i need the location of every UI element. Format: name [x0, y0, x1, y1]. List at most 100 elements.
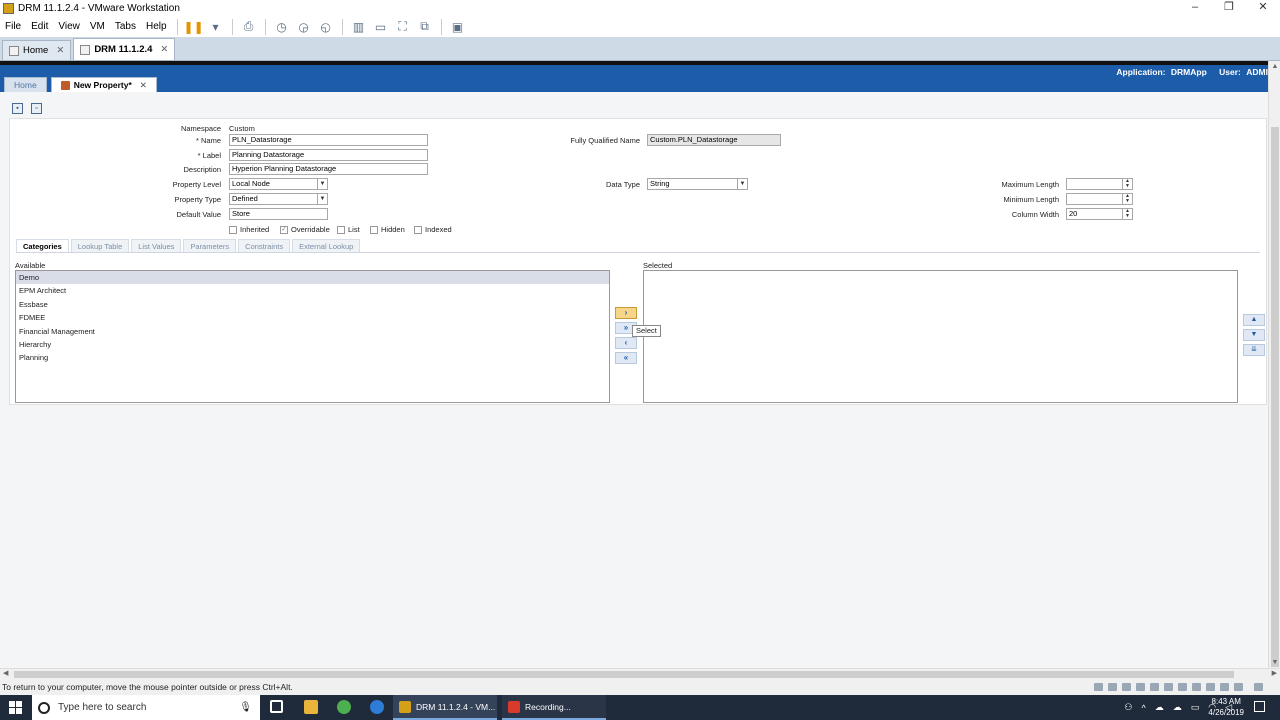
close-tab-icon[interactable]: ✕	[56, 45, 64, 56]
console-view-icon[interactable]: ▣	[450, 20, 466, 34]
move-all-left-button[interactable]: «	[615, 352, 637, 364]
drm-tab-home[interactable]: Home	[4, 77, 47, 92]
checkbox-box[interactable]	[337, 225, 345, 234]
vm-tab-home[interactable]: Home ✕	[2, 40, 72, 60]
overridable-checkbox[interactable]: ✓ Overridable	[280, 225, 330, 234]
windows-start-icon[interactable]	[9, 701, 22, 714]
checkbox-box[interactable]	[414, 225, 422, 234]
people-icon[interactable]: ⚇	[1124, 702, 1132, 713]
show-library-icon[interactable]: ▥	[351, 20, 367, 34]
list-item[interactable]: Hierarchy	[16, 338, 609, 351]
maximize-button[interactable]: ❐	[1212, 0, 1246, 14]
spinner-icon[interactable]: ▲ ▼	[1122, 179, 1132, 189]
taskbar-item-recording[interactable]: Recording...	[502, 695, 606, 720]
horizontal-scrollbar[interactable]: ◀ ▶	[0, 668, 1280, 679]
indexed-checkbox[interactable]: Indexed	[414, 225, 452, 234]
taskbar-item-vmware[interactable]: DRM 11.1.2.4 - VM...	[393, 695, 497, 720]
message-log-icon[interactable]	[1254, 683, 1263, 691]
revert-snapshot-icon[interactable]: ◶	[296, 20, 312, 34]
device-icon[interactable]	[1206, 683, 1215, 691]
chevron-down-icon[interactable]: ▼	[317, 194, 327, 204]
vertical-scrollbar[interactable]: ▲ ▼	[1268, 61, 1280, 668]
sound-card-icon[interactable]	[1150, 683, 1159, 691]
menu-view[interactable]: View	[53, 21, 85, 32]
cloud-icon[interactable]: ☁	[1173, 702, 1182, 713]
menu-file[interactable]: File	[0, 21, 26, 32]
move-bottom-button[interactable]: ⇊	[1243, 344, 1265, 356]
full-screen-icon[interactable]: ⛶	[395, 19, 411, 34]
checkbox-box[interactable]	[370, 225, 378, 234]
subtab-categories[interactable]: Categories	[16, 239, 69, 252]
scrollbar-thumb[interactable]	[14, 671, 1234, 678]
drm-tab-new-property[interactable]: New Property* ✕	[50, 77, 157, 92]
default-value-field[interactable]: Store	[229, 208, 328, 220]
chevron-down-icon[interactable]: ▼	[737, 179, 747, 189]
task-view-icon[interactable]	[270, 700, 283, 713]
list-item[interactable]: FDMEE	[16, 311, 609, 324]
printer-icon[interactable]	[1164, 683, 1173, 691]
property-type-select[interactable]: Defined ▼	[229, 193, 328, 205]
move-up-button[interactable]: ▲	[1243, 314, 1265, 326]
move-left-button[interactable]: ‹	[615, 337, 637, 349]
unity-icon[interactable]: ⧉	[417, 19, 433, 34]
property-level-select[interactable]: Local Node ▼	[229, 178, 328, 190]
minimize-button[interactable]: –	[1178, 0, 1212, 14]
battery-icon[interactable]: ▭	[1191, 702, 1200, 713]
list-checkbox[interactable]: List	[337, 225, 360, 234]
chevron-down-icon[interactable]: ▼	[317, 179, 327, 189]
device-icon[interactable]	[1234, 683, 1243, 691]
maximum-length-field[interactable]: ▲ ▼	[1066, 178, 1133, 190]
menu-help[interactable]: Help	[141, 21, 172, 32]
checkbox-box[interactable]	[229, 225, 237, 234]
save-as-icon[interactable]: ▫	[31, 103, 42, 114]
list-item[interactable]: Essbase	[16, 298, 609, 311]
show-hidden-icons-icon[interactable]: ^	[1141, 703, 1145, 713]
close-button[interactable]: ✕	[1246, 0, 1280, 14]
save-icon[interactable]: ▪	[12, 103, 23, 114]
spinner-icon[interactable]: ▲ ▼	[1122, 194, 1132, 204]
list-item[interactable]: Financial Management	[16, 325, 609, 338]
minimum-length-field[interactable]: ▲ ▼	[1066, 193, 1133, 205]
column-width-field[interactable]: 20 ▲ ▼	[1066, 208, 1133, 220]
description-field[interactable]: Hyperion Planning Datastorage	[229, 163, 428, 175]
list-item[interactable]: Demo	[16, 271, 609, 285]
subtab-list-values[interactable]: List Values	[131, 239, 182, 252]
file-explorer-icon[interactable]	[304, 700, 318, 714]
spinner-icon[interactable]: ▲ ▼	[1122, 209, 1132, 219]
scroll-down-icon[interactable]: ▼	[1269, 659, 1280, 666]
move-right-button[interactable]: ›	[615, 307, 637, 319]
data-type-select[interactable]: String ▼	[647, 178, 748, 190]
menu-edit[interactable]: Edit	[26, 21, 53, 32]
move-down-button[interactable]: ▼	[1243, 329, 1265, 341]
hidden-checkbox[interactable]: Hidden	[370, 225, 405, 234]
scroll-left-icon[interactable]: ◀	[3, 669, 8, 677]
device-icon[interactable]	[1220, 683, 1229, 691]
network-adapter-icon[interactable]	[1122, 683, 1131, 691]
chrome-icon[interactable]	[337, 700, 351, 714]
close-tab-icon[interactable]: ✕	[160, 44, 168, 55]
subtab-parameters[interactable]: Parameters	[183, 239, 237, 252]
action-center-icon[interactable]	[1254, 701, 1265, 712]
pause-icon[interactable]: ❚❚	[184, 20, 204, 34]
name-field[interactable]: PLN_Datastorage	[229, 134, 428, 146]
hard-disk-icon[interactable]	[1094, 683, 1103, 691]
snapshot-icon[interactable]: ◷	[274, 20, 290, 34]
onedrive-icon[interactable]: ☁	[1155, 702, 1164, 713]
taskbar-clock[interactable]: 8:43 AM 4/26/2019	[1208, 696, 1244, 718]
menu-vm[interactable]: VM	[85, 21, 110, 32]
checkbox-box[interactable]: ✓	[280, 225, 288, 234]
thumbnail-bar-icon[interactable]: ▭	[373, 20, 389, 34]
subtab-lookup-table[interactable]: Lookup Table	[70, 239, 130, 252]
vm-tab-drm[interactable]: DRM 11.1.2.4 ✕	[73, 38, 176, 60]
menu-tabs[interactable]: Tabs	[110, 21, 141, 32]
label-field[interactable]: Planning Datastorage	[229, 149, 428, 161]
list-item[interactable]: Planning	[16, 351, 609, 364]
cd-drive-icon[interactable]	[1108, 683, 1117, 691]
snapshot-manager-icon[interactable]: ◵	[318, 20, 334, 34]
scrollbar-thumb[interactable]	[1271, 127, 1279, 667]
edge-icon[interactable]	[370, 700, 384, 714]
subtab-external-lookup[interactable]: External Lookup	[292, 239, 361, 252]
send-ctrl-alt-del-icon[interactable]: ⎙	[241, 19, 257, 34]
close-tab-icon[interactable]: ✕	[140, 80, 147, 91]
usb-icon[interactable]	[1136, 683, 1145, 691]
